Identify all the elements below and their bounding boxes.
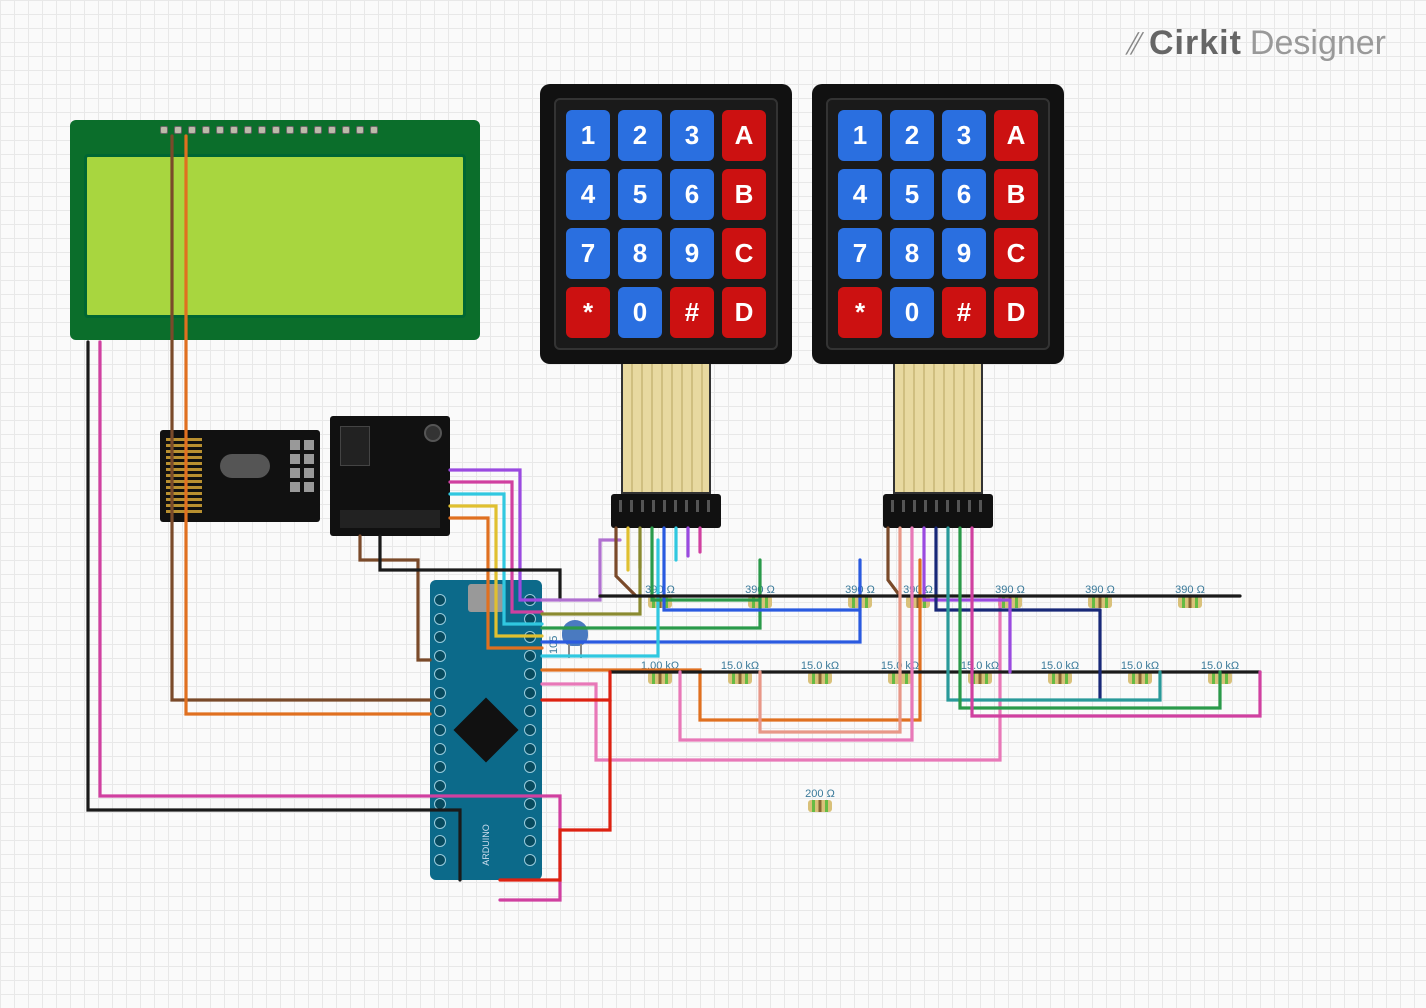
nano-silkscreen: ARDUINO: [481, 824, 491, 866]
keypad-key-B[interactable]: B: [722, 169, 766, 220]
adapter-header: [340, 510, 440, 528]
resistor-value-label: 15.0 kΩ: [1041, 660, 1079, 672]
keypad-key-*[interactable]: *: [566, 287, 610, 338]
resistor-value-label: 390 Ω: [645, 584, 675, 596]
resistor-value-label: 390 Ω: [903, 584, 933, 596]
keypad-1-connector: [611, 494, 721, 528]
keypad-2-connector: [883, 494, 993, 528]
nano-mcu-icon: [453, 697, 518, 762]
keypad-key-7[interactable]: 7: [566, 228, 610, 279]
resistor[interactable]: [990, 596, 1030, 608]
resistor-value-label: 200 Ω: [805, 788, 835, 800]
keypad-key-1[interactable]: 1: [838, 110, 882, 161]
resistor-value-label: 15.0 kΩ: [801, 660, 839, 672]
keypad-key-8[interactable]: 8: [618, 228, 662, 279]
resistor[interactable]: [640, 596, 680, 608]
resistor[interactable]: [1200, 672, 1240, 684]
keypad-key-4[interactable]: 4: [838, 169, 882, 220]
lcd-screen: [84, 154, 466, 318]
adapter-regulator-icon: [340, 426, 370, 466]
lcd-display[interactable]: [70, 120, 480, 340]
resistor-value-label: 15.0 kΩ: [1201, 660, 1239, 672]
keypad-key-4[interactable]: 4: [566, 169, 610, 220]
ceramic-capacitor[interactable]: [562, 620, 588, 654]
keypad-key-C[interactable]: C: [994, 228, 1038, 279]
resistor[interactable]: [898, 596, 938, 608]
resistor-value-label: 390 Ω: [745, 584, 775, 596]
resistor[interactable]: [720, 672, 760, 684]
keypad-key-0[interactable]: 0: [618, 287, 662, 338]
keypad-1[interactable]: 123A 456B 789C *0#D: [540, 84, 792, 364]
keypad-key-3[interactable]: 3: [670, 110, 714, 161]
capacitor-legs-icon: [568, 644, 582, 658]
keypad-key-5[interactable]: 5: [890, 169, 934, 220]
logo-icon: ⫽: [1126, 28, 1139, 62]
resistor-value-label: 15.0 kΩ: [721, 660, 759, 672]
app-logo: ⫽ Cirkit Designer: [1126, 24, 1386, 63]
keypad-key-0[interactable]: 0: [890, 287, 934, 338]
keypad-key-9[interactable]: 9: [942, 228, 986, 279]
lcd-pin-header: [160, 126, 378, 134]
nano-pins-right: [524, 594, 538, 866]
resistor[interactable]: [1120, 672, 1160, 684]
keypad-2-keys: 123A 456B 789C *0#D: [826, 98, 1050, 350]
keypad-key-6[interactable]: 6: [670, 169, 714, 220]
resistor[interactable]: [1080, 596, 1120, 608]
nano-usb-icon: [468, 584, 504, 612]
keypad-key-9[interactable]: 9: [670, 228, 714, 279]
nrf-crystal-icon: [220, 454, 270, 478]
keypad-key-D[interactable]: D: [994, 287, 1038, 338]
keypad-1-ribbon: [621, 364, 711, 494]
resistor[interactable]: [1040, 672, 1080, 684]
keypad-key-#[interactable]: #: [670, 287, 714, 338]
resistor-value-label: 15.0 kΩ: [961, 660, 999, 672]
resistor[interactable]: [960, 672, 1000, 684]
keypad-key-3[interactable]: 3: [942, 110, 986, 161]
resistor-value-label: 390 Ω: [1085, 584, 1115, 596]
resistor[interactable]: [880, 672, 920, 684]
resistor[interactable]: [800, 800, 840, 812]
keypad-key-5[interactable]: 5: [618, 169, 662, 220]
keypad-key-B[interactable]: B: [994, 169, 1038, 220]
keypad-key-*[interactable]: *: [838, 287, 882, 338]
keypad-key-C[interactable]: C: [722, 228, 766, 279]
app-subtitle: Designer: [1250, 24, 1386, 63]
nrf24l01-module[interactable]: [160, 430, 320, 522]
keypad-2-ribbon: [893, 364, 983, 494]
keypad-key-7[interactable]: 7: [838, 228, 882, 279]
keypad-1-keys: 123A 456B 789C *0#D: [554, 98, 778, 350]
resistor[interactable]: [840, 596, 880, 608]
resistor[interactable]: [740, 596, 780, 608]
resistor-value-label: 1.00 kΩ: [641, 660, 679, 672]
keypad-key-A[interactable]: A: [722, 110, 766, 161]
keypad-key-A[interactable]: A: [994, 110, 1038, 161]
resistor[interactable]: [800, 672, 840, 684]
resistor-value-label: 390 Ω: [845, 584, 875, 596]
adapter-cap-icon: [424, 424, 442, 442]
capacitor-body-icon: [562, 620, 588, 646]
keypad-key-2[interactable]: 2: [890, 110, 934, 161]
resistor[interactable]: [1170, 596, 1210, 608]
capacitor-marking: 105: [548, 636, 560, 654]
keypad-key-8[interactable]: 8: [890, 228, 934, 279]
nrf-pin-header: [290, 440, 314, 492]
nano-pins-left: [434, 594, 448, 866]
keypad-key-6[interactable]: 6: [942, 169, 986, 220]
resistor-value-label: 390 Ω: [995, 584, 1025, 596]
app-brand: Cirkit: [1149, 24, 1242, 63]
nrf-antenna-icon: [166, 438, 202, 514]
keypad-2[interactable]: 123A 456B 789C *0#D: [812, 84, 1064, 364]
resistor[interactable]: [640, 672, 680, 684]
nrf-adapter-board[interactable]: [330, 416, 450, 536]
resistor-value-label: 15.0 kΩ: [881, 660, 919, 672]
keypad-key-#[interactable]: #: [942, 287, 986, 338]
keypad-key-1[interactable]: 1: [566, 110, 610, 161]
keypad-key-2[interactable]: 2: [618, 110, 662, 161]
resistor-value-label: 390 Ω: [1175, 584, 1205, 596]
resistor-value-label: 15.0 kΩ: [1121, 660, 1159, 672]
arduino-nano[interactable]: ARDUINO: [430, 580, 542, 880]
keypad-key-D[interactable]: D: [722, 287, 766, 338]
